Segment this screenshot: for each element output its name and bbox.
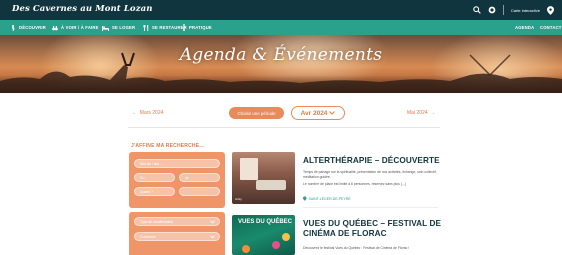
logo-text: Des Cavernes au Mont Lozan [12,4,153,14]
page-title: Agenda & Événements [179,45,383,65]
divider [502,5,504,15]
binoculars-icon [52,25,58,30]
event-location[interactable]: SAINT-LÉGER-DE-PEYRE [303,196,351,201]
choose-period-button[interactable]: Choisir une période [229,107,284,119]
search-icon[interactable] [473,6,481,14]
event-description: Temps de partage sur la spiritualité, pr… [303,170,437,179]
nav-see-do[interactable]: À VOIR / À FAIRE [52,20,99,35]
hero-banner: Agenda & Événements [0,35,562,93]
event-title[interactable]: VUES DU QUÉBEC – FESTIVAL DE CINÉMA DE F… [303,219,443,239]
filter-panel: Mot-clé / lieu... Du Au Quand ? [129,152,225,208]
language-globe-icon[interactable] [488,6,496,14]
date-to-input[interactable]: Au [179,173,220,182]
image-credit: Artsy [235,197,242,201]
date-from-input[interactable]: Du [134,173,175,182]
town-select[interactable]: Commune [134,232,220,241]
next-month-label: Mai 2024 [407,110,428,116]
event-image[interactable]: Artsy [232,152,295,204]
window-shape [240,158,258,180]
next-month-link[interactable]: Mai 2024 → [407,110,435,116]
nav-practical[interactable]: PRATIQUE [182,20,212,35]
event-description-extra: Le nombre de place est limité à 6 person… [303,182,406,186]
chevron-down-icon [210,220,215,224]
flower-shape [242,245,250,253]
nav-label: PRATIQUE [189,25,212,30]
event-image[interactable]: VUES DU QUÉBEC [232,215,295,255]
nav-lodging[interactable]: SE LOGER [102,20,135,35]
nav-label: SE LOGER [112,25,136,30]
chevron-down-icon [210,235,215,239]
nav-eat[interactable]: SE RESTAURER [143,20,187,35]
flower-shape [282,233,290,241]
nav-label: DÉCOUVRIR [19,25,46,30]
field-placeholder: Type de manifestation [140,219,174,224]
refine-search-title: J'AFFINE MA RECHERCHE... [131,143,205,149]
field-placeholder: Au [185,175,190,180]
chevron-down-icon [329,110,336,117]
map-pin-icon [303,196,307,201]
section-divider [128,127,440,128]
current-month-label: Avr 2024 [300,109,328,117]
poster-title: VUES DU QUÉBEC [238,219,293,225]
event-divider [303,207,438,208]
previous-month-link[interactable]: ← Mars 2024 [132,110,163,116]
field-placeholder: Du [140,175,145,180]
info-icon [183,24,185,31]
event-title[interactable]: ALTERTHÉRAPIE – DÉCOUVERTE [303,156,440,166]
event-type-select[interactable]: Type de manifestation [134,217,220,226]
nav-label: À VOIR / À FAIRE [61,25,99,30]
top-icons: Carte interactive [473,3,554,17]
blank-field[interactable] [179,187,220,196]
hiker-icon [12,24,15,31]
nav-discover[interactable]: DÉCOUVRIR [10,20,46,35]
filter-panel-secondary: Type de manifestation Commune [129,212,225,255]
field-placeholder: Quand ? [140,189,154,194]
when-select[interactable]: Quand ? [134,187,175,196]
interactive-map-link[interactable]: Carte interactive [511,8,540,13]
cutlery-icon [143,24,149,31]
month-select[interactable]: Avr 2024 [291,106,345,120]
event-description: Découvrez le festival Vues du Québec : F… [303,246,410,250]
main-navigation: DÉCOUVRIR À VOIR / À FAIRE SE LOGER SE R… [0,20,562,35]
bed-icon [102,25,109,31]
top-bar: Des Cavernes au Mont Lozan Carte interac… [0,0,562,20]
field-placeholder: Mot-clé / lieu... [140,161,163,166]
nav-agenda[interactable]: AGENDA [515,20,534,35]
prev-month-label: Mars 2024 [139,110,164,116]
arrow-right-icon: → [427,110,436,116]
location-label: SAINT-LÉGER-DE-PEYRE [308,196,351,201]
site-logo[interactable]: Des Cavernes au Mont Lozan [12,4,153,14]
field-placeholder: Commune [140,234,156,239]
hero-shadow [0,75,562,93]
map-pin-icon[interactable] [547,5,554,15]
nav-contact[interactable]: CONTACT [540,20,562,35]
bed-shape [256,180,286,190]
arrow-left-icon: ← [132,110,140,116]
flower-shape [272,241,280,249]
keyword-input[interactable]: Mot-clé / lieu... [134,159,220,168]
